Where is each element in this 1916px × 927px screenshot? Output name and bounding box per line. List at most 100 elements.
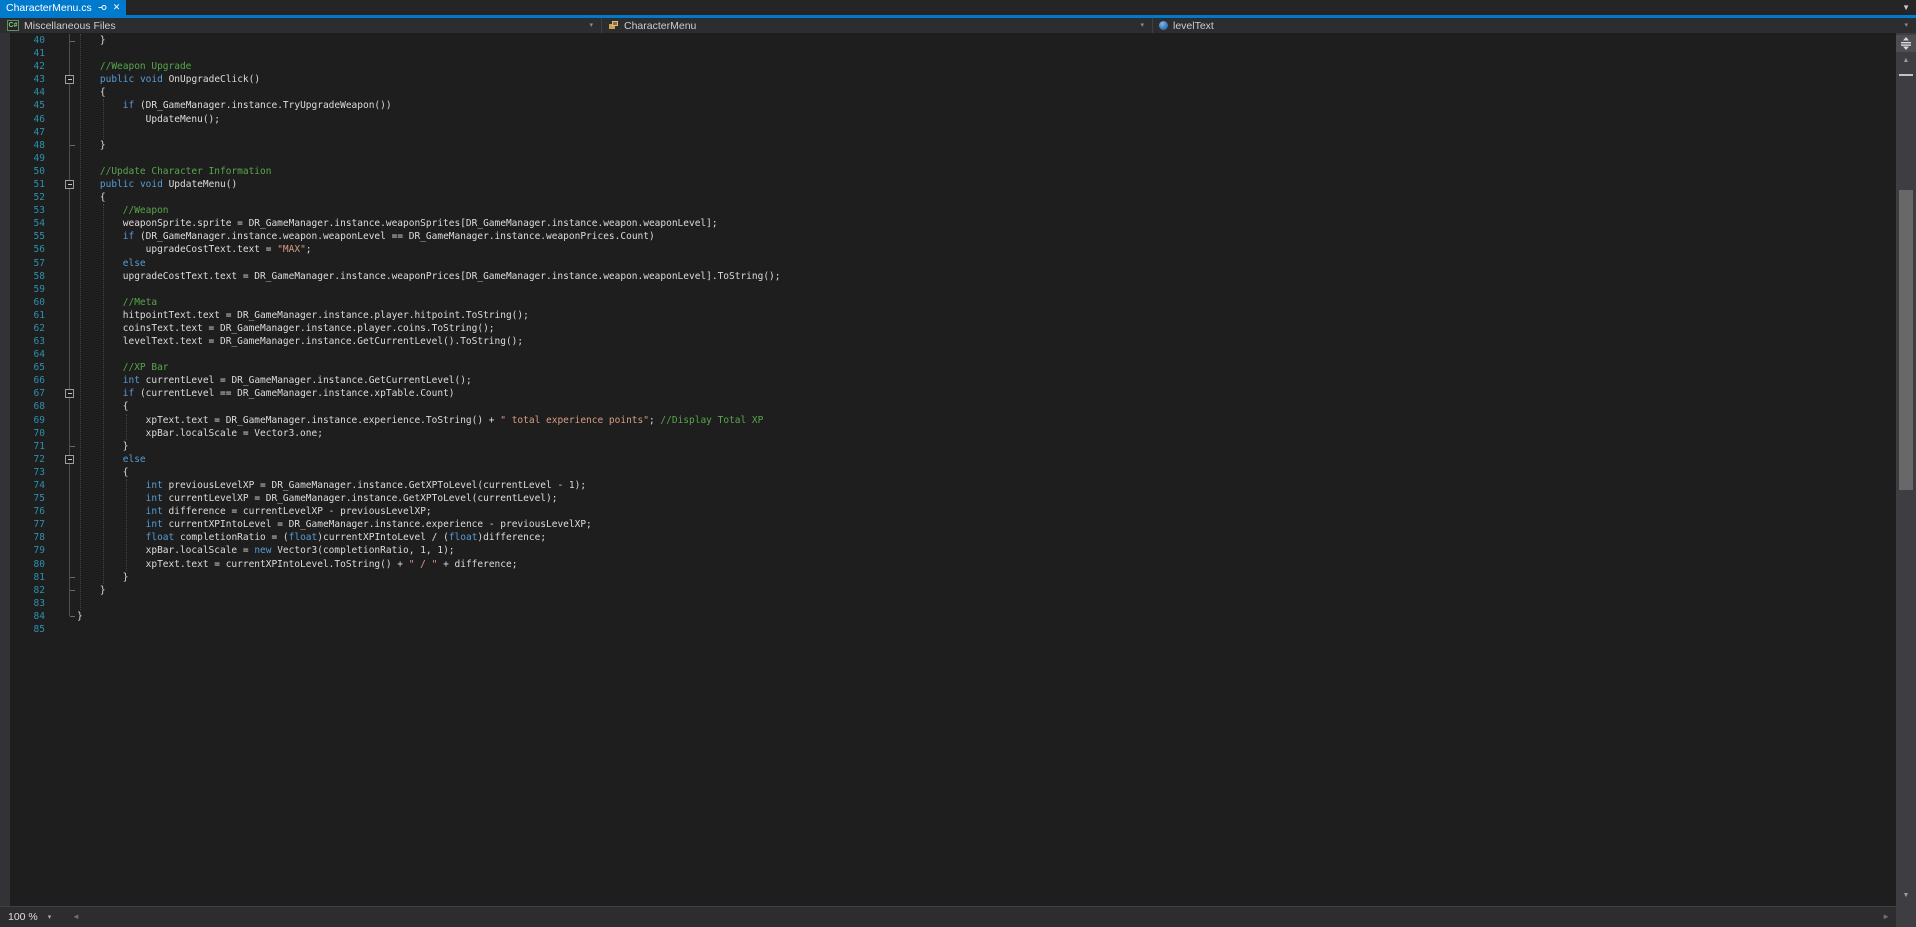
code-line[interactable]: 76 int difference = currentLevelXP - pre… [0,505,1896,518]
code-line[interactable]: 56 upgradeCostText.text = "MAX"; [0,243,1896,256]
close-icon[interactable]: ✕ [113,3,121,12]
line-number: 52 [33,192,45,204]
code-text: int previousLevelXP = DR_GameManager.ins… [77,479,586,492]
code-line[interactable]: 58 upgradeCostText.text = DR_GameManager… [0,270,1896,283]
code-line[interactable]: 75 int currentLevelXP = DR_GameManager.i… [0,492,1896,505]
code-line[interactable]: 52 { [0,191,1896,204]
code-line[interactable]: 46 UpdateMenu(); [0,113,1896,126]
scroll-up-arrow-icon[interactable]: ▲ [1896,56,1916,66]
code-line[interactable]: 49 [0,152,1896,165]
code-text: } [77,34,106,47]
scroll-right-arrow-icon[interactable]: ► [1882,912,1890,922]
code-line[interactable]: 66 int currentLevel = DR_GameManager.ins… [0,374,1896,387]
fold-toggle[interactable] [65,389,74,399]
code-line[interactable]: 50 //Update Character Information [0,165,1896,178]
line-number: 75 [33,493,45,505]
code-line[interactable]: 57 else [0,257,1896,270]
code-token: currentXPIntoLevel = DR_GameManager.inst… [162,519,592,531]
code-line[interactable]: 65 //XP Bar [0,361,1896,374]
code-line[interactable]: 47 [0,126,1896,139]
code-line[interactable]: 79 xpBar.localScale = new Vector3(comple… [0,544,1896,557]
code-line[interactable]: 72 else [0,453,1896,466]
code-line[interactable]: 54 weaponSprite.sprite = DR_GameManager.… [0,217,1896,230]
code-token: else [122,257,146,269]
code-token: "MAX" [277,244,306,256]
code-line[interactable]: 85 [0,623,1896,636]
code-token: } [77,584,106,596]
code-line[interactable]: 64 [0,348,1896,361]
code-line[interactable]: 41 [0,47,1896,60]
line-number: 69 [33,414,45,426]
code-line[interactable]: 84} [0,610,1896,623]
code-line[interactable]: 60 //Meta [0,296,1896,309]
code-token: int [145,519,163,531]
pin-icon[interactable] [98,3,107,12]
code-text: else [77,257,146,270]
code-token: new [254,545,272,557]
code-line[interactable]: 63 levelText.text = DR_GameManager.insta… [0,335,1896,348]
code-line[interactable]: 77 int currentXPIntoLevel = DR_GameManag… [0,518,1896,531]
code-line[interactable]: 73 { [0,466,1896,479]
code-line[interactable]: 59 [0,283,1896,296]
code-token: completionRatio = ( [174,532,289,544]
code-line[interactable]: 42 //Weapon Upgrade [0,60,1896,73]
code-token: (currentLevel == DR_GameManager.instance… [134,388,455,400]
project-dropdown[interactable]: C# Miscellaneous Files ▾ [0,18,602,33]
fold-toggle[interactable] [65,454,74,464]
code-line[interactable]: 68 { [0,400,1896,413]
code-token: xpBar.localScale = Vector3.one; [77,427,323,439]
code-token: Vector3(completionRatio, 1, 1); [271,545,455,557]
code-line[interactable]: 69 xpText.text = DR_GameManager.instance… [0,414,1896,427]
code-token: public [99,74,135,86]
horizontal-scrollbar-bar[interactable]: 100 % ▾ ◄ ► [0,906,1896,927]
split-window-handle[interactable] [1896,35,1916,52]
code-line[interactable]: 81 } [0,571,1896,584]
vertical-scrollbar-thumb[interactable] [1899,190,1913,490]
tab-charactermenu[interactable]: CharacterMenu.cs ✕ [0,0,127,15]
fold-toggle[interactable] [65,180,74,190]
zoom-control[interactable]: 100 % ▾ [0,907,66,927]
line-number: 58 [33,270,45,282]
code-token: coinsText.text = DR_GameManager.instance… [77,322,495,334]
code-line[interactable]: 82 } [0,584,1896,597]
code-line[interactable]: 74 int previousLevelXP = DR_GameManager.… [0,479,1896,492]
line-number: 49 [33,152,45,164]
code-token: UpdateMenu() [162,178,238,190]
code-line[interactable]: 61 hitpointText.text = DR_GameManager.in… [0,309,1896,322]
code-line[interactable]: 78 float completionRatio = (float)curren… [0,531,1896,544]
vertical-scrollbar[interactable]: ▲ ▼ [1896,33,1916,927]
code-line[interactable]: 51 public void UpdateMenu() [0,178,1896,191]
code-token: } [77,440,129,452]
code-token: " total experience points" [500,414,649,426]
document-list-dropdown-icon[interactable]: ▼ [1902,1,1910,14]
code-token: xpText.text = DR_GameManager.instance.ex… [77,414,501,426]
fold-toggle[interactable] [65,75,74,85]
code-line[interactable]: 80 xpText.text = currentXPIntoLevel.ToSt… [0,558,1896,571]
code-line[interactable]: 48 } [0,139,1896,152]
code-text: } [77,139,106,152]
code-line[interactable]: 53 //Weapon [0,204,1896,217]
code-line[interactable]: 43 public void OnUpgradeClick() [0,73,1896,86]
code-line[interactable]: 44 { [0,86,1896,99]
code-text: float completionRatio = (float)currentXP… [77,531,546,544]
code-line[interactable]: 55 if (DR_GameManager.instance.weapon.we… [0,230,1896,243]
scroll-left-arrow-icon[interactable]: ◄ [72,912,80,922]
line-number: 43 [33,74,45,86]
code-line[interactable]: 71 } [0,440,1896,453]
code-line[interactable]: 67 if (currentLevel == DR_GameManager.in… [0,387,1896,400]
member-dropdown-label: levelText [1173,19,1214,32]
code-line[interactable]: 70 xpBar.localScale = Vector3.one; [0,427,1896,440]
code-line[interactable]: 40 } [0,34,1896,47]
code-editor[interactable]: 40 } 41 42 //Weapon Upgrade 43 public void … [0,33,1896,906]
scroll-down-arrow-icon[interactable]: ▼ [1896,891,1916,901]
code-text: upgradeCostText.text = DR_GameManager.in… [77,270,781,283]
code-line[interactable]: 83 [0,597,1896,610]
member-dropdown[interactable]: levelText ▾ [1152,18,1916,33]
line-number: 82 [33,584,45,596]
code-text: } [77,571,129,584]
code-line[interactable]: 45 if (DR_GameManager.instance.TryUpgrad… [0,99,1896,112]
type-dropdown[interactable]: CharacterMenu ▾ [601,18,1153,33]
code-line[interactable]: 62 coinsText.text = DR_GameManager.insta… [0,322,1896,335]
